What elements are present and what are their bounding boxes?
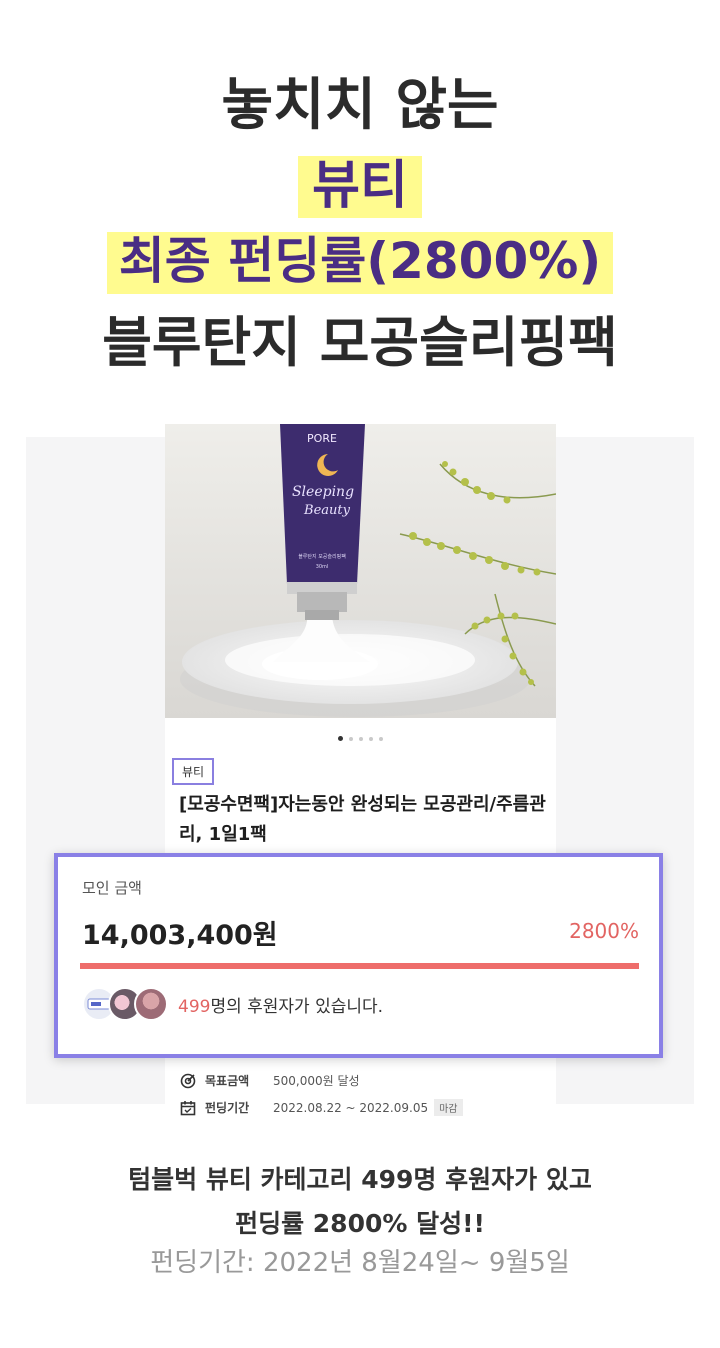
- tube-small-line: 블루탄지 모공슬리핑팩: [298, 553, 346, 560]
- project-title[interactable]: [모공수면팩]자는동안 완성되는 모공관리/주름관리, 1일1팩: [179, 790, 551, 850]
- summary-line2: 펀딩률 2800% 달성!!: [235, 1209, 485, 1238]
- supporter-count: 499: [178, 996, 211, 1017]
- headline-funding-rate: 최종 펀딩률(2800%): [106, 232, 614, 294]
- funding-amount-box: 모인 금액 14,003,400원 2800% 499명의 후원자가 있습니다.: [54, 853, 663, 1058]
- closed-badge: 마감: [434, 1099, 463, 1116]
- target-icon: [180, 1073, 196, 1088]
- carousel-dot[interactable]: [338, 736, 343, 741]
- carousel-dots[interactable]: [165, 734, 556, 742]
- headline-product-name: 블루탄지 모공슬리핑팩: [102, 311, 618, 374]
- summary-period: 펀딩기간: 2022년 8월24일~ 9월5일: [150, 1248, 570, 1278]
- product-image[interactable]: PORE Sleeping Beauty 블루탄지 모공슬리핑팩 30ml: [165, 424, 556, 718]
- goal-row: 목표금액 500,000원 달성: [180, 1072, 360, 1089]
- summary-line1: 텀블벅 뷰티 카테고리 499명 후원자가 있고: [128, 1165, 592, 1194]
- period-label: 펀딩기간: [205, 1101, 250, 1115]
- tube-brand-text: PORE: [307, 432, 337, 445]
- carousel-dot[interactable]: [359, 736, 363, 741]
- tube-volume: 30ml: [316, 564, 329, 570]
- period-row: 펀딩기간 2022.08.22 ~ 2022.09.05 마감: [180, 1099, 463, 1116]
- supporters-row[interactable]: 499명의 후원자가 있습니다.: [82, 987, 383, 1021]
- goal-value: 500,000원 달성: [273, 1074, 360, 1088]
- amount-value: 14,003,400원: [82, 920, 278, 951]
- goal-label: 목표금액: [205, 1074, 250, 1088]
- carousel-dot[interactable]: [379, 736, 383, 741]
- headline-line1: 놓치치 않는: [221, 73, 499, 138]
- category-tag[interactable]: 뷰티: [172, 758, 215, 785]
- product-photo-illustration: PORE Sleeping Beauty 블루탄지 모공슬리핑팩 30ml: [165, 424, 556, 718]
- tube-script-line2: Beauty: [303, 503, 351, 518]
- period-value: 2022.08.22 ~ 2022.09.05: [273, 1100, 429, 1115]
- supporter-suffix: 명의 후원자가 있습니다.: [210, 996, 384, 1017]
- funding-progress-bar: [80, 963, 639, 969]
- supporter-avatar[interactable]: [134, 987, 168, 1021]
- funding-percent: 2800%: [569, 919, 639, 943]
- tube-script-line1: Sleeping: [292, 484, 354, 500]
- supporters-text: 499명의 후원자가 있습니다.: [178, 992, 383, 1017]
- funding-progress-fill: [80, 963, 639, 969]
- amount-label: 모인 금액: [82, 879, 142, 897]
- headline-category: 뷰티: [298, 156, 422, 218]
- headline: 놓치치 않는 뷰티 최종 펀딩률(2800%) 블루탄지 모공슬리핑팩: [0, 70, 720, 370]
- carousel-dot[interactable]: [369, 736, 373, 741]
- carousel-dot[interactable]: [349, 736, 353, 741]
- calendar-icon: [180, 1100, 196, 1115]
